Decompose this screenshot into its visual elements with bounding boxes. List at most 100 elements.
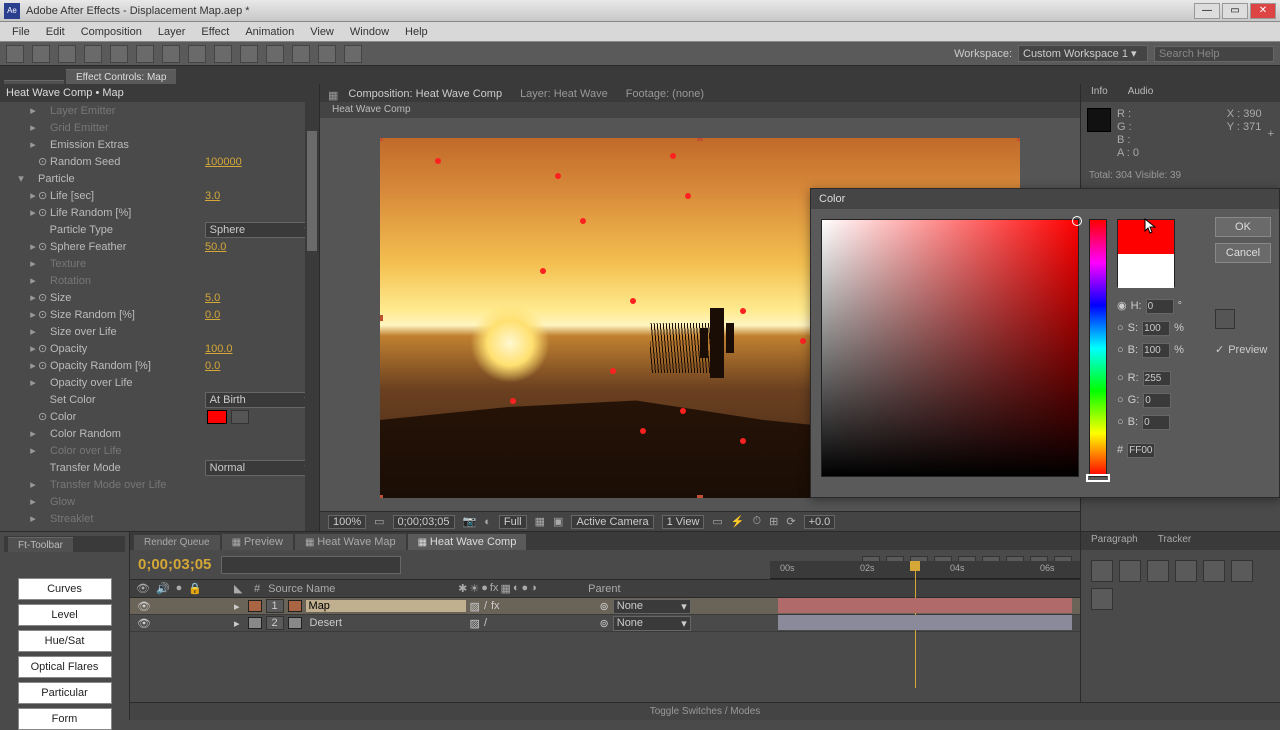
hex-input[interactable] xyxy=(1127,443,1155,458)
help-search-input[interactable]: Search Help xyxy=(1154,46,1274,62)
camera-select[interactable]: Active Camera xyxy=(571,515,653,529)
layer-handle[interactable] xyxy=(380,315,383,321)
property-dropdown[interactable]: Sphere▾ xyxy=(205,222,315,238)
switch-icon[interactable]: / xyxy=(484,600,487,613)
property-row[interactable]: ⊙Color xyxy=(4,408,315,425)
menu-edit[interactable]: Edit xyxy=(38,26,73,38)
stopwatch-icon[interactable]: ⊙ xyxy=(38,189,50,202)
viewer-tab-comp[interactable]: Composition: Heat Wave Comp xyxy=(340,86,510,102)
menu-file[interactable]: File xyxy=(4,26,38,38)
b-input[interactable] xyxy=(1142,415,1170,430)
property-row[interactable]: ▸Grid Emitter xyxy=(4,119,315,136)
property-row[interactable]: ▸Glow xyxy=(4,493,315,510)
radio-s[interactable]: ○ xyxy=(1117,317,1124,339)
zoom-tool-icon[interactable] xyxy=(58,45,76,63)
viewer-tab-footage[interactable]: Footage: (none) xyxy=(618,86,712,102)
property-value[interactable]: 100000 xyxy=(205,156,242,168)
switch-icon[interactable]: ▨ xyxy=(470,600,480,613)
property-row[interactable]: ▸Size over Life xyxy=(4,323,315,340)
radio-h[interactable]: ◉ xyxy=(1117,295,1127,317)
fast-preview-icon[interactable]: ⚡ xyxy=(731,515,745,528)
camera-tool-icon[interactable] xyxy=(110,45,128,63)
br-input[interactable] xyxy=(1142,343,1170,358)
color-swatch[interactable] xyxy=(207,410,227,424)
stopwatch-icon[interactable]: ⊙ xyxy=(38,410,50,423)
parent-pickwhip-icon[interactable]: ⊚ xyxy=(600,618,609,630)
ft-button-particular[interactable]: Particular xyxy=(18,682,112,704)
switch-icon[interactable]: ▨ xyxy=(470,617,480,630)
menu-composition[interactable]: Composition xyxy=(73,26,150,38)
justify-last-right-icon[interactable] xyxy=(1231,560,1253,582)
exposure-reset-icon[interactable]: ⟳ xyxy=(786,515,795,528)
tl-tab-preview[interactable]: ▦ Preview xyxy=(222,534,293,550)
stopwatch-icon[interactable]: ⊙ xyxy=(38,240,50,253)
layer-handle[interactable] xyxy=(697,495,703,498)
r-input[interactable] xyxy=(1143,371,1171,386)
property-row[interactable]: ▸⊙Sphere Feather50.0 xyxy=(4,238,315,255)
property-value[interactable]: 0.0 xyxy=(205,360,220,372)
property-row[interactable]: ▸⊙Life [sec]3.0 xyxy=(4,187,315,204)
layer-handle[interactable] xyxy=(380,495,383,498)
property-row[interactable]: ▸⊙Opacity100.0 xyxy=(4,340,315,357)
timeline-search-input[interactable] xyxy=(221,556,401,574)
eyedropper-icon[interactable] xyxy=(231,410,249,424)
info-tab[interactable]: Info xyxy=(1081,84,1118,102)
eye-col-icon[interactable]: 👁 xyxy=(136,582,150,595)
property-row[interactable]: Transfer ModeNormal▾ xyxy=(4,459,315,476)
property-row[interactable]: Particle TypeSphere▾ xyxy=(4,221,315,238)
pen-tool-icon[interactable] xyxy=(188,45,206,63)
tl-tab-hwmap[interactable]: ▦ Heat Wave Map xyxy=(295,534,406,550)
radio-r[interactable]: ○ xyxy=(1117,367,1124,389)
workspace-select[interactable]: Custom Workspace 1 ▾ xyxy=(1018,45,1148,62)
menu-window[interactable]: Window xyxy=(342,26,397,38)
sv-cursor[interactable] xyxy=(1072,216,1082,226)
ok-button[interactable]: OK xyxy=(1215,217,1271,237)
timeline-icon[interactable]: ⏱ xyxy=(753,515,762,528)
pixel-aspect-icon[interactable]: ▭ xyxy=(712,515,722,528)
time-display[interactable]: 0;00;03;05 xyxy=(393,515,455,529)
label-col-icon[interactable]: ◣ xyxy=(230,582,250,595)
parent-dropdown[interactable]: None▾ xyxy=(613,599,691,614)
eyedropper-icon[interactable] xyxy=(1215,309,1235,329)
maximize-button[interactable]: ▭ xyxy=(1222,3,1248,19)
justify-last-center-icon[interactable] xyxy=(1203,560,1225,582)
property-value[interactable]: 5.0 xyxy=(205,292,220,304)
stopwatch-icon[interactable]: ⊙ xyxy=(38,359,50,372)
radio-g[interactable]: ○ xyxy=(1117,389,1124,411)
property-row[interactable]: ▸Layer Emitter xyxy=(4,102,315,119)
ft-button-opticalflares[interactable]: Optical Flares xyxy=(18,656,112,678)
property-row[interactable]: ▾Particle xyxy=(4,170,315,187)
hue-slider[interactable] xyxy=(1089,219,1107,477)
s-input[interactable] xyxy=(1142,321,1170,336)
puppet-tool-icon[interactable] xyxy=(344,45,362,63)
stopwatch-icon[interactable]: ⊙ xyxy=(38,155,50,168)
lock-col-icon[interactable]: 🔒 xyxy=(188,582,202,595)
property-dropdown[interactable]: Normal▾ xyxy=(205,460,315,476)
property-value[interactable]: 100.0 xyxy=(205,343,233,355)
twirl-icon[interactable]: ▸ xyxy=(234,601,240,613)
audio-col-icon[interactable]: 🔊 xyxy=(156,582,170,595)
rotate-tool-icon[interactable] xyxy=(84,45,102,63)
menu-layer[interactable]: Layer xyxy=(150,26,194,38)
switch-icon[interactable]: / xyxy=(484,617,487,630)
stopwatch-icon[interactable]: ⊙ xyxy=(38,342,50,355)
parent-dropdown[interactable]: None▾ xyxy=(613,616,691,631)
stopwatch-icon[interactable]: ⊙ xyxy=(38,206,50,219)
layer-label-color[interactable] xyxy=(248,600,262,612)
property-value[interactable]: 0.0 xyxy=(205,309,220,321)
menu-animation[interactable]: Animation xyxy=(237,26,302,38)
saturation-value-field[interactable] xyxy=(821,219,1079,477)
timeline-ruler[interactable]: 00s 02s 04s 06s xyxy=(770,561,1080,579)
minimize-button[interactable]: — xyxy=(1194,3,1220,19)
grid-icon[interactable]: ▦ xyxy=(535,515,545,528)
property-row[interactable]: ▸⊙Size5.0 xyxy=(4,289,315,306)
property-value[interactable]: 50.0 xyxy=(205,241,226,253)
tracker-tab[interactable]: Tracker xyxy=(1148,532,1202,550)
tl-tab-render[interactable]: Render Queue xyxy=(134,535,220,550)
cancel-button[interactable]: Cancel xyxy=(1215,243,1271,263)
snapshot-icon[interactable]: 📷 xyxy=(463,515,477,528)
layer-label-color[interactable] xyxy=(248,617,262,629)
layer-handle[interactable] xyxy=(1017,138,1020,141)
pan-behind-tool-icon[interactable] xyxy=(136,45,154,63)
property-dropdown[interactable]: At Birth▾ xyxy=(205,392,315,408)
